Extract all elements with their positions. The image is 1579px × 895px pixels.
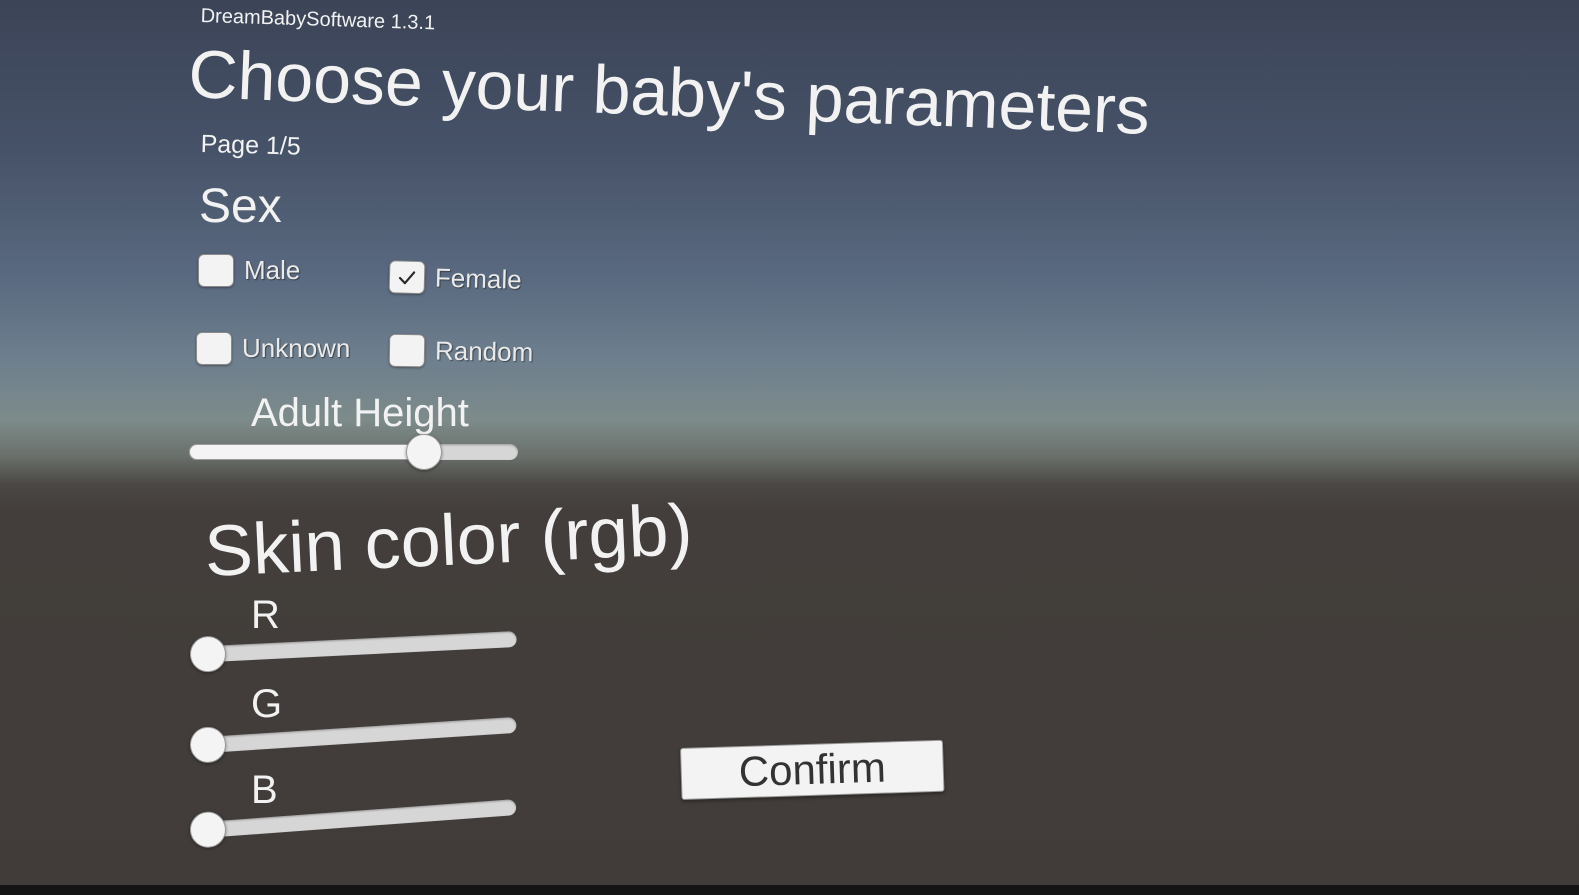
unknown-label: Unknown bbox=[242, 333, 351, 363]
female-label: Female bbox=[434, 262, 523, 295]
red-channel-label: R bbox=[251, 593, 280, 637]
page-indicator: Page 1/5 bbox=[200, 130, 302, 161]
random-label: Random bbox=[434, 335, 534, 368]
sex-toggle-female[interactable]: Female bbox=[388, 260, 523, 296]
blue-channel-label: B bbox=[251, 768, 278, 812]
adult-height-label: Adult Height bbox=[251, 391, 469, 435]
bottom-edge bbox=[0, 885, 1579, 895]
unknown-checkbox[interactable] bbox=[196, 332, 232, 365]
scene-background: DreamBabySoftware 1.3.1 Choose your baby… bbox=[0, 0, 1579, 885]
checkmark-icon bbox=[398, 270, 416, 284]
adult-height-slider-handle[interactable] bbox=[405, 434, 442, 470]
page-title: Choose your baby's parameters bbox=[187, 36, 1152, 149]
blue-channel-slider[interactable] bbox=[188, 789, 518, 849]
adult-height-slider[interactable] bbox=[189, 434, 518, 470]
sex-toggle-unknown[interactable]: Unknown bbox=[196, 332, 350, 365]
adult-height-slider-fill bbox=[189, 444, 424, 460]
sex-heading: Sex bbox=[199, 180, 282, 233]
random-checkbox[interactable] bbox=[388, 333, 426, 368]
green-slider-handle[interactable] bbox=[188, 725, 228, 764]
app-version-label: DreamBabySoftware 1.3.1 bbox=[200, 5, 436, 35]
blue-slider-track[interactable] bbox=[189, 799, 517, 839]
male-label: Male bbox=[244, 255, 301, 285]
skin-color-heading: Skin color (rgb) bbox=[202, 489, 695, 592]
red-slider-track[interactable] bbox=[189, 631, 518, 663]
sex-toggle-male[interactable]: Male bbox=[198, 254, 300, 287]
confirm-button[interactable]: Confirm bbox=[680, 739, 945, 800]
red-channel-slider[interactable] bbox=[189, 621, 518, 673]
male-checkbox[interactable] bbox=[198, 254, 234, 287]
green-slider-track[interactable] bbox=[189, 716, 517, 754]
confirm-button-label: Confirm bbox=[738, 743, 887, 796]
female-checkbox[interactable] bbox=[388, 260, 426, 295]
sex-toggle-random[interactable]: Random bbox=[388, 333, 534, 370]
red-slider-handle[interactable] bbox=[189, 635, 227, 673]
green-channel-slider[interactable] bbox=[188, 707, 518, 764]
green-channel-label: G bbox=[251, 682, 283, 726]
blue-slider-handle[interactable] bbox=[188, 810, 228, 849]
